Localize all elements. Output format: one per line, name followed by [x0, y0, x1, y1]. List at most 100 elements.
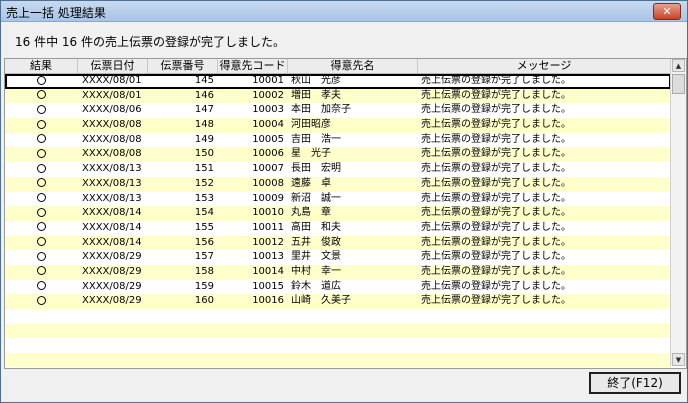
column-header-customer-name[interactable]: 得意先名: [288, 59, 418, 73]
customer-code-cell: 10013: [252, 251, 284, 263]
table-row[interactable]: XXXX/08/08 149 10005 吉田 浩一 売上伝票の登録が完了しました。: [5, 133, 671, 148]
table-row[interactable]: XXXX/08/01 146 10002 増田 孝夫 売上伝票の登録が完了しました。: [5, 88, 671, 104]
result-cell: [5, 147, 78, 162]
result-cell: [5, 192, 78, 207]
date-cell: XXXX/08/08: [82, 133, 142, 145]
message-cell: 売上伝票の登録が完了しました。: [421, 236, 571, 248]
table-row[interactable]: XXXX/08/14 156 10012 五井 俊政 売上伝票の登録が完了しました。: [5, 235, 671, 251]
circle-icon: [37, 295, 46, 305]
circle-icon: [37, 90, 46, 100]
customer-name-cell: 山崎 久美子: [291, 295, 351, 307]
table-header: 結果 伝票日付 伝票番号 得意先コード 得意先名 メッセージ: [5, 59, 671, 74]
circle-icon: [37, 148, 46, 158]
table-row[interactable]: XXXX/08/06 147 10003 本田 加奈子 売上伝票の登録が完了しました。: [5, 103, 671, 118]
message-cell: 売上伝票の登録が完了しました。: [421, 295, 571, 307]
table-row[interactable]: XXXX/08/29 157 10013 里井 文景 売上伝票の登録が完了しました。: [5, 250, 671, 265]
circle-icon: [37, 281, 46, 291]
column-header-slip-no[interactable]: 伝票番号: [148, 59, 218, 73]
date-cell: XXXX/08/08: [82, 148, 142, 160]
customer-name-cell: 河田昭彦: [291, 119, 331, 131]
table-row[interactable]: XXXX/08/29 159 10015 鈴木 道広 売上伝票の登録が完了しました。: [5, 280, 671, 295]
customer-name-cell: 丸島 章: [291, 207, 331, 219]
customer-name-cell: 本田 加奈子: [291, 104, 351, 116]
table-row[interactable]: XXXX/08/14 154 10010 丸島 章 売上伝票の登録が完了しました。: [5, 206, 671, 221]
message-cell: 売上伝票の登録が完了しました。: [421, 148, 571, 160]
date-cell: XXXX/08/01: [82, 75, 142, 86]
customer-code-cell: 10009: [252, 192, 284, 204]
vertical-scrollbar[interactable]: ▲ ▼: [670, 59, 686, 366]
table-row[interactable]: XXXX/08/13 153 10009 新沼 誠一 売上伝票の登録が完了しました。: [5, 192, 671, 207]
circle-icon: [37, 178, 46, 188]
slip-no-cell: 146: [194, 89, 214, 101]
customer-name-cell: 遠藤 卓: [291, 177, 331, 189]
message-cell: 売上伝票の登録が完了しました。: [421, 75, 571, 86]
table-row[interactable]: XXXX/08/14 155 10011 高田 和夫 売上伝票の登録が完了しました。: [5, 221, 671, 236]
result-cell: [5, 118, 78, 133]
table-row[interactable]: XXXX/08/08 148 10004 河田昭彦 売上伝票の登録が完了しました。: [5, 118, 671, 133]
table-row[interactable]: XXXX/08/01 145 10001 秋山 光彦 売上伝票の登録が完了しました。: [5, 74, 671, 89]
customer-name-cell: 鈴木 道広: [291, 280, 341, 292]
message-cell: 売上伝票の登録が完了しました。: [421, 119, 571, 131]
result-cell: [5, 221, 78, 236]
message-cell: 売上伝票の登録が完了しました。: [421, 133, 571, 145]
date-cell: XXXX/08/06: [82, 104, 142, 116]
result-cell: [5, 177, 78, 192]
date-cell: XXXX/08/29: [82, 295, 142, 307]
customer-code-cell: 10006: [252, 148, 284, 160]
customer-name-cell: 吉田 浩一: [291, 133, 341, 145]
column-header-customer-code[interactable]: 得意先コード: [218, 59, 288, 73]
customer-name-cell: 秋山 光彦: [291, 75, 341, 86]
finish-button[interactable]: 終了(F12): [589, 372, 681, 394]
result-cell: [5, 89, 78, 104]
message-cell: 売上伝票の登録が完了しました。: [421, 280, 571, 292]
customer-code-cell: 10002: [252, 89, 284, 101]
empty-row: [5, 309, 671, 324]
result-cell: [5, 74, 78, 89]
date-cell: XXXX/08/13: [82, 177, 142, 189]
circle-icon: [37, 251, 46, 261]
slip-no-cell: 150: [194, 148, 214, 160]
customer-code-cell: 10005: [252, 133, 284, 145]
circle-icon: [37, 266, 46, 276]
result-cell: [5, 103, 78, 118]
customer-name-cell: 新沼 誠一: [291, 192, 341, 204]
message-cell: 売上伝票の登録が完了しました。: [421, 192, 571, 204]
date-cell: XXXX/08/14: [82, 221, 142, 233]
close-button[interactable]: ✕: [653, 3, 681, 20]
circle-icon: [37, 104, 46, 114]
scroll-up-icon[interactable]: ▲: [672, 59, 685, 72]
table-body: XXXX/08/01 145 10001 秋山 光彦 売上伝票の登録が完了しました。 XX…: [5, 74, 671, 367]
slip-no-cell: 155: [194, 221, 214, 233]
window-title: 売上一括 処理結果: [6, 6, 106, 20]
scroll-thumb[interactable]: [672, 74, 685, 94]
date-cell: XXXX/08/01: [82, 89, 142, 101]
table-row[interactable]: XXXX/08/29 158 10014 中村 幸一 売上伝票の登録が完了しました。: [5, 264, 671, 280]
column-header-message[interactable]: メッセージ: [418, 59, 671, 73]
date-cell: XXXX/08/14: [82, 236, 142, 248]
scroll-down-icon[interactable]: ▼: [672, 353, 685, 366]
circle-icon: [37, 193, 46, 202]
result-cell: [5, 133, 78, 148]
slip-no-cell: 153: [194, 192, 214, 204]
table-row[interactable]: XXXX/08/29 160 10016 山崎 久美子 売上伝票の登録が完了しました。: [5, 294, 671, 309]
message-cell: 売上伝票の登録が完了しました。: [421, 251, 571, 263]
customer-name-cell: 里井 文景: [291, 251, 341, 263]
result-cell: [5, 236, 78, 251]
table-row[interactable]: XXXX/08/08 150 10006 星 光子 売上伝票の登録が完了しました。: [5, 147, 671, 163]
column-header-result[interactable]: 結果: [5, 59, 78, 73]
result-cell: [5, 250, 78, 265]
customer-code-cell: 10014: [252, 265, 284, 277]
empty-row: [5, 323, 671, 338]
customer-code-cell: 10010: [252, 207, 284, 219]
customer-name-cell: 星 光子: [291, 148, 331, 160]
table-row[interactable]: XXXX/08/13 152 10008 遠藤 卓 売上伝票の登録が完了しました。: [5, 176, 671, 192]
slip-no-cell: 151: [194, 163, 214, 175]
slip-no-cell: 159: [194, 280, 214, 292]
column-header-date[interactable]: 伝票日付: [78, 59, 148, 73]
message-cell: 売上伝票の登録が完了しました。: [421, 207, 571, 219]
table-row[interactable]: XXXX/08/13 151 10007 長田 宏明 売上伝票の登録が完了しました。: [5, 162, 671, 177]
slip-no-cell: 147: [194, 104, 214, 116]
circle-icon: [37, 134, 46, 144]
date-cell: XXXX/08/13: [82, 163, 142, 175]
customer-name-cell: 長田 宏明: [291, 163, 341, 175]
